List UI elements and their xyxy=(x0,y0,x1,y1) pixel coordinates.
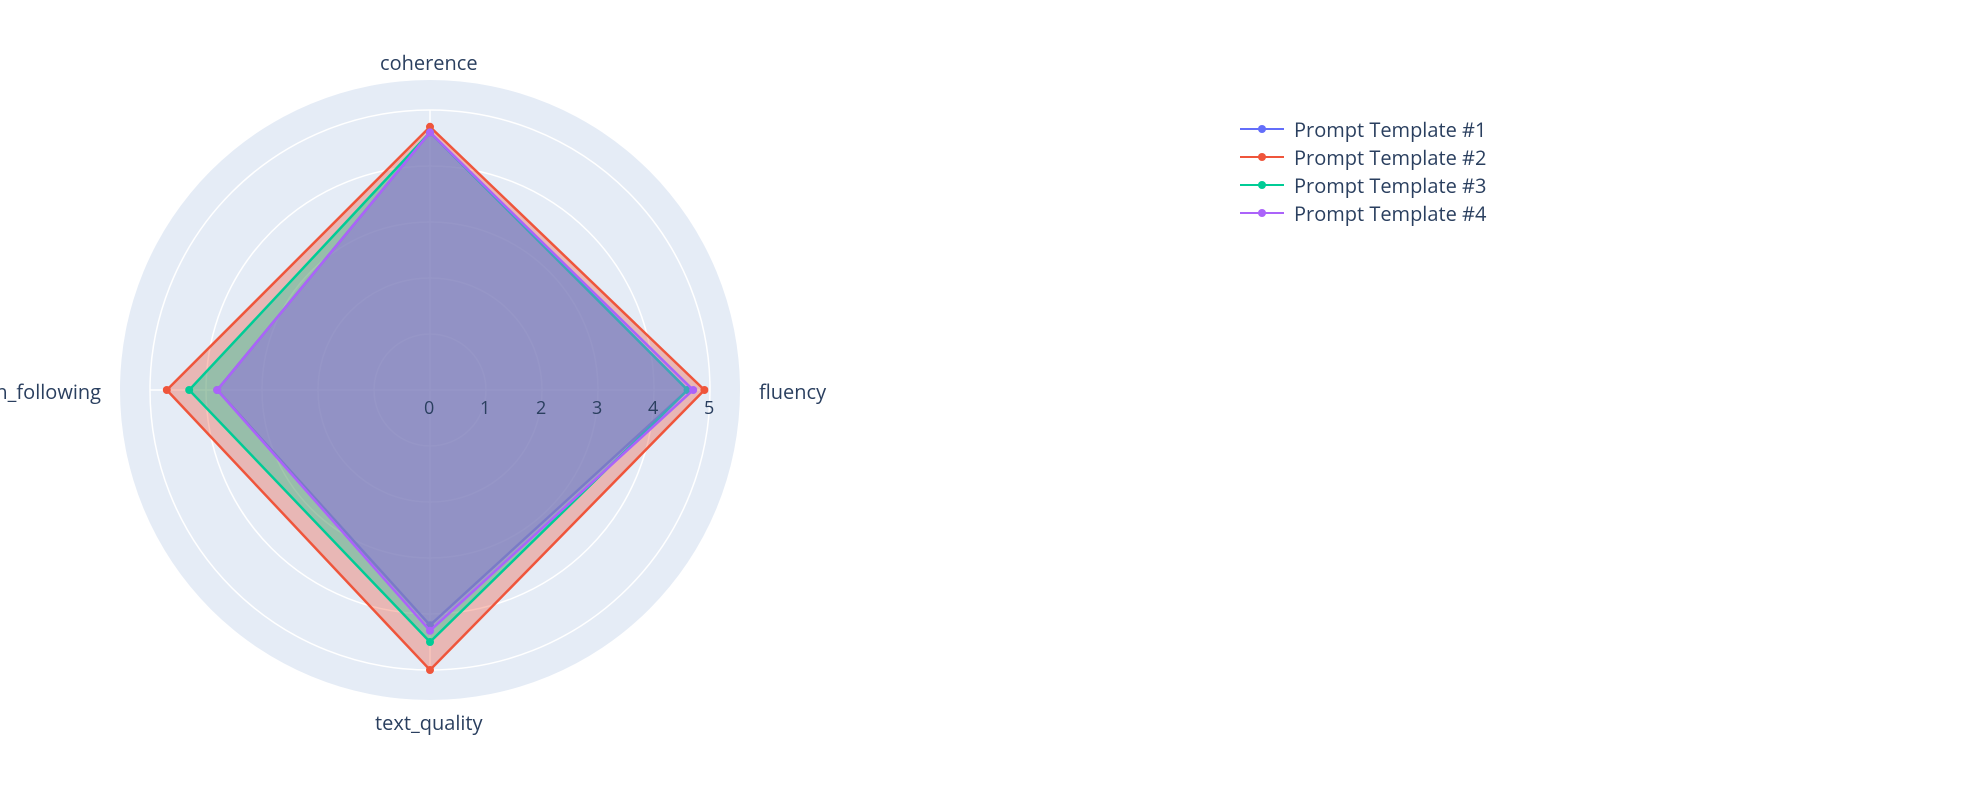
tick-label-5: 5 xyxy=(704,396,714,420)
legend-item-1[interactable]: Prompt Template #1 xyxy=(1240,115,1486,143)
radar-svg xyxy=(110,70,750,710)
axis-label-text-quality: text_quality xyxy=(375,709,483,736)
legend-swatch-2 xyxy=(1240,156,1284,159)
legend-item-3[interactable]: Prompt Template #3 xyxy=(1240,171,1486,199)
legend-label-3: Prompt Template #3 xyxy=(1294,172,1486,199)
legend-item-4[interactable]: Prompt Template #4 xyxy=(1240,199,1486,227)
tick-label-3: 3 xyxy=(592,396,602,420)
legend-label-2: Prompt Template #2 xyxy=(1294,144,1486,171)
radar-chart: fluency coherence instruction_following … xyxy=(110,70,750,710)
legend-item-2[interactable]: Prompt Template #2 xyxy=(1240,143,1486,171)
legend-swatch-4 xyxy=(1240,212,1284,215)
legend-swatch-1 xyxy=(1240,128,1284,131)
tick-label-2: 2 xyxy=(536,396,546,420)
axis-label-instruction-following: instruction_following xyxy=(0,378,101,405)
legend-label-4: Prompt Template #4 xyxy=(1294,200,1486,227)
legend: Prompt Template #1 Prompt Template #2 Pr… xyxy=(1240,115,1486,227)
tick-label-0: 0 xyxy=(424,396,434,420)
tick-label-4: 4 xyxy=(648,396,658,420)
axis-label-coherence: coherence xyxy=(380,49,478,76)
legend-swatch-3 xyxy=(1240,184,1284,187)
legend-label-1: Prompt Template #1 xyxy=(1294,116,1486,143)
tick-label-1: 1 xyxy=(480,396,490,420)
axis-label-fluency: fluency xyxy=(759,378,826,405)
